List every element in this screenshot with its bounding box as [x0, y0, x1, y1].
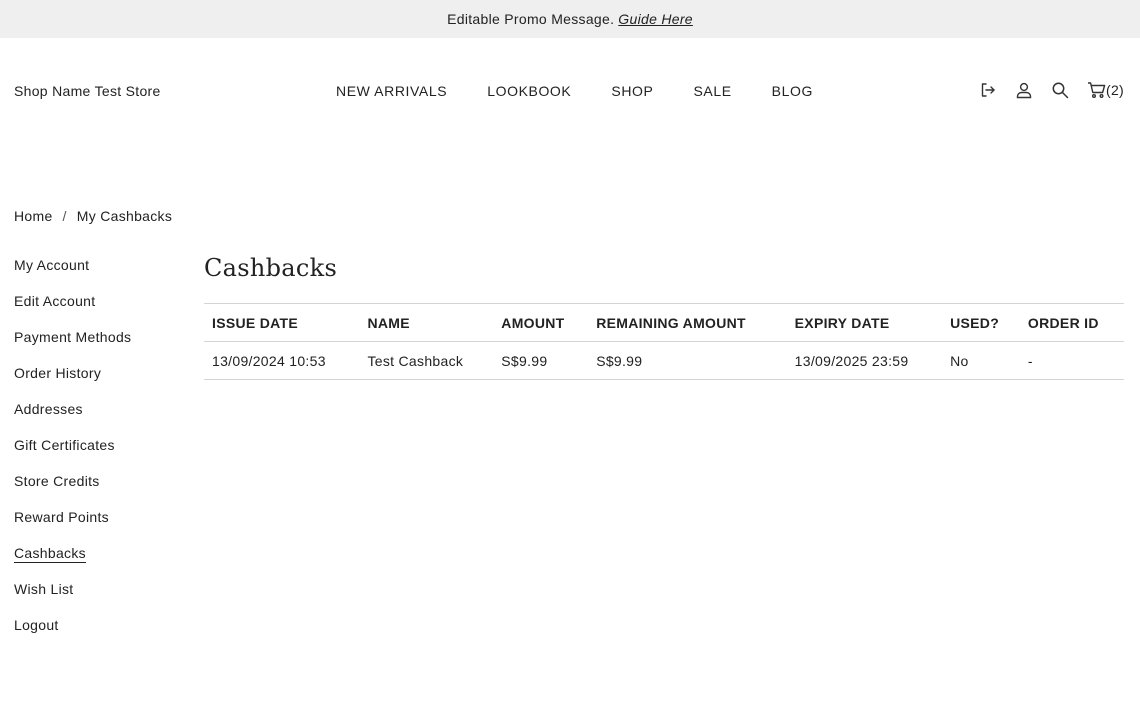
cell-used: No [942, 341, 1020, 380]
sidebar-item-label[interactable]: Cashbacks [14, 545, 86, 561]
sidebar-item-label[interactable]: Payment Methods [14, 329, 131, 345]
sidebar-item-order-history[interactable]: Order History [14, 365, 131, 401]
sidebar-item-label[interactable]: Order History [14, 365, 101, 381]
column-header-issue-date: ISSUE DATE [204, 303, 360, 342]
nav-lookbook[interactable]: LOOKBOOK [487, 83, 571, 99]
column-header-order-id: ORDER ID [1019, 303, 1124, 342]
sidebar-item-label[interactable]: Gift Certificates [14, 437, 115, 453]
table-header-row: ISSUE DATE NAME AMOUNT REMAINING AMOUNT … [204, 303, 1124, 342]
cart-button[interactable]: (2) [1087, 81, 1124, 99]
search-icon[interactable] [1051, 81, 1069, 99]
nav-blog[interactable]: BLOG [772, 83, 813, 99]
nav-sale[interactable]: SALE [693, 83, 731, 99]
cell-name: Test Cashback [359, 341, 494, 380]
logout-icon[interactable] [979, 81, 997, 99]
column-header-remaining-amount: REMAINING AMOUNT [588, 303, 787, 342]
promo-bar: Editable Promo Message. Guide Here [0, 0, 1140, 38]
cell-issue-date: 13/09/2024 10:53 [204, 341, 360, 380]
site-header: Shop Name Test Store NEW ARRIVALS LOOKBO… [0, 38, 1140, 144]
sidebar-item-logout[interactable]: Logout [14, 617, 131, 653]
sidebar-item-label[interactable]: Logout [14, 617, 59, 633]
breadcrumb-current: My Cashbacks [76, 208, 173, 224]
sidebar-item-reward-points[interactable]: Reward Points [14, 509, 131, 545]
cell-remaining-amount: S$9.99 [588, 341, 787, 380]
sidebar-item-label[interactable]: My Account [14, 257, 89, 273]
table-row: 13/09/2024 10:53 Test Cashback S$9.99 S$… [204, 341, 1124, 380]
sidebar-item-edit-account[interactable]: Edit Account [14, 293, 131, 329]
column-header-amount: AMOUNT [493, 303, 589, 342]
shop-name-logo[interactable]: Shop Name Test Store [14, 83, 161, 99]
user-icon[interactable] [1015, 81, 1033, 99]
sidebar-item-store-credits[interactable]: Store Credits [14, 473, 131, 509]
sidebar-item-cashbacks[interactable]: Cashbacks [14, 545, 131, 581]
sidebar-item-my-account[interactable]: My Account [14, 257, 131, 293]
column-header-name: NAME [359, 303, 494, 342]
account-sidebar: My Account Edit Account Payment Methods … [14, 257, 131, 653]
cell-expiry-date: 13/09/2025 23:59 [786, 341, 943, 380]
cashbacks-table: ISSUE DATE NAME AMOUNT REMAINING AMOUNT … [204, 303, 1124, 380]
sidebar-item-label[interactable]: Store Credits [14, 473, 100, 489]
nav-shop[interactable]: SHOP [611, 83, 653, 99]
cell-amount: S$9.99 [493, 341, 589, 380]
breadcrumb-home[interactable]: Home [14, 208, 53, 224]
sidebar-item-payment-methods[interactable]: Payment Methods [14, 329, 131, 365]
promo-guide-link[interactable]: Guide Here [618, 11, 693, 27]
breadcrumb: Home / My Cashbacks [14, 208, 172, 224]
main-nav: NEW ARRIVALS LOOKBOOK SHOP SALE BLOG [336, 83, 813, 99]
header-icons: (2) [979, 81, 1124, 99]
cart-count: (2) [1105, 82, 1124, 98]
sidebar-item-label[interactable]: Addresses [14, 401, 83, 417]
breadcrumb-separator: / [62, 208, 67, 224]
page-title: Cashbacks [204, 254, 338, 282]
main-content: Cashbacks ISSUE DATE NAME AMOUNT REMAINI… [204, 250, 1124, 380]
column-header-expiry-date: EXPIRY DATE [786, 303, 943, 342]
cell-order-id: - [1019, 341, 1124, 380]
sidebar-item-gift-certificates[interactable]: Gift Certificates [14, 437, 131, 473]
cart-icon [1087, 82, 1106, 98]
column-header-used: USED? [942, 303, 1020, 342]
sidebar-item-addresses[interactable]: Addresses [14, 401, 131, 437]
sidebar-item-label[interactable]: Wish List [14, 581, 74, 597]
promo-message: Editable Promo Message. [447, 11, 615, 27]
nav-new-arrivals[interactable]: NEW ARRIVALS [336, 83, 447, 99]
sidebar-item-wish-list[interactable]: Wish List [14, 581, 131, 617]
sidebar-item-label[interactable]: Edit Account [14, 293, 95, 309]
sidebar-item-label[interactable]: Reward Points [14, 509, 109, 525]
